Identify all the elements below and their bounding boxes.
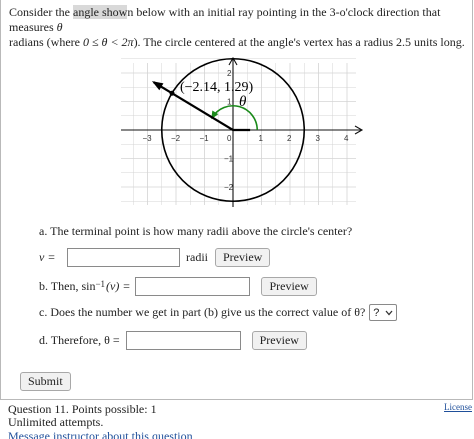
x-tick-label: −3 (143, 134, 153, 143)
x-tick-label: 4 (344, 134, 349, 143)
radii-unit-label: radii (186, 250, 208, 264)
x-tick-label: 2 (287, 134, 292, 143)
chevron-down-icon (385, 310, 393, 315)
terminal-point (169, 90, 175, 96)
v-input[interactable] (67, 248, 180, 267)
y-tick-label: 2 (227, 69, 232, 78)
question-b-text: b. Then, sin (39, 279, 96, 293)
sin-inverse-argument: (v) = (106, 279, 131, 293)
v-variable-label: v = (39, 250, 56, 264)
x-tick-label: 0 (227, 134, 232, 143)
question-d-text: d. Therefore, θ = (39, 333, 120, 347)
question-c-row: c. Does the number we get in part (b) gi… (39, 304, 398, 321)
prompt-theta: θ (56, 20, 63, 34)
answer-select-value: ? (373, 306, 380, 319)
x-tick-label: −2 (171, 134, 181, 143)
question-d-row: d. Therefore, θ = Preview (39, 331, 307, 350)
question-footer: Question 11. Points possible: 1 Unlimite… (8, 403, 193, 439)
prompt-text-3: radians (where (9, 35, 83, 49)
question-c-text: c. Does the number we get in part (b) gi… (39, 305, 366, 319)
unit-circle-graph: −3 −2 −1 0 1 2 3 421−1−2 (−2.14, 1.29) θ (121, 56, 364, 207)
question-prompt: Consider the angle shown below with an i… (9, 5, 467, 50)
inverse-superscript: −1 (95, 278, 106, 289)
message-instructor-link[interactable]: Message instructor about this question (8, 429, 193, 439)
x-tick-label: 3 (316, 134, 321, 143)
terminal-point-label: (−2.14, 1.29) (180, 80, 254, 95)
question-info: Question 11. Points possible: 1 (8, 402, 157, 416)
question-a-row: v = radii Preview (39, 248, 271, 267)
preview-button-d[interactable]: Preview (251, 331, 307, 350)
sin-inverse-input[interactable] (135, 277, 251, 296)
prompt-range: 0 ≤ θ < 2π (82, 35, 134, 49)
prompt-highlight: angle show (73, 5, 128, 19)
license-link[interactable]: License (444, 402, 472, 412)
y-tick-label: −2 (224, 183, 234, 192)
x-tick-label: 1 (259, 134, 264, 143)
question-card: Consider the angle shown below with an i… (0, 0, 473, 400)
y-tick-label: −1 (224, 155, 234, 164)
submit-button[interactable]: Submit (20, 372, 71, 391)
preview-button-b[interactable]: Preview (261, 277, 317, 296)
question-a-text: a. The terminal point is how many radii … (39, 224, 353, 238)
prompt-text-1: Consider the (9, 5, 73, 19)
attempts-info: Unlimited attempts. (8, 415, 104, 429)
x-tick-label: −1 (200, 134, 210, 143)
angle-theta-label: θ (239, 94, 247, 110)
prompt-text-4: ). The circle centered at the angle's ve… (133, 35, 465, 49)
answer-select[interactable]: ? (369, 304, 398, 321)
theta-input[interactable] (125, 331, 241, 350)
question-b-row: b. Then, sin −1 (v) = Preview (39, 277, 317, 296)
preview-button-a[interactable]: Preview (215, 248, 271, 267)
